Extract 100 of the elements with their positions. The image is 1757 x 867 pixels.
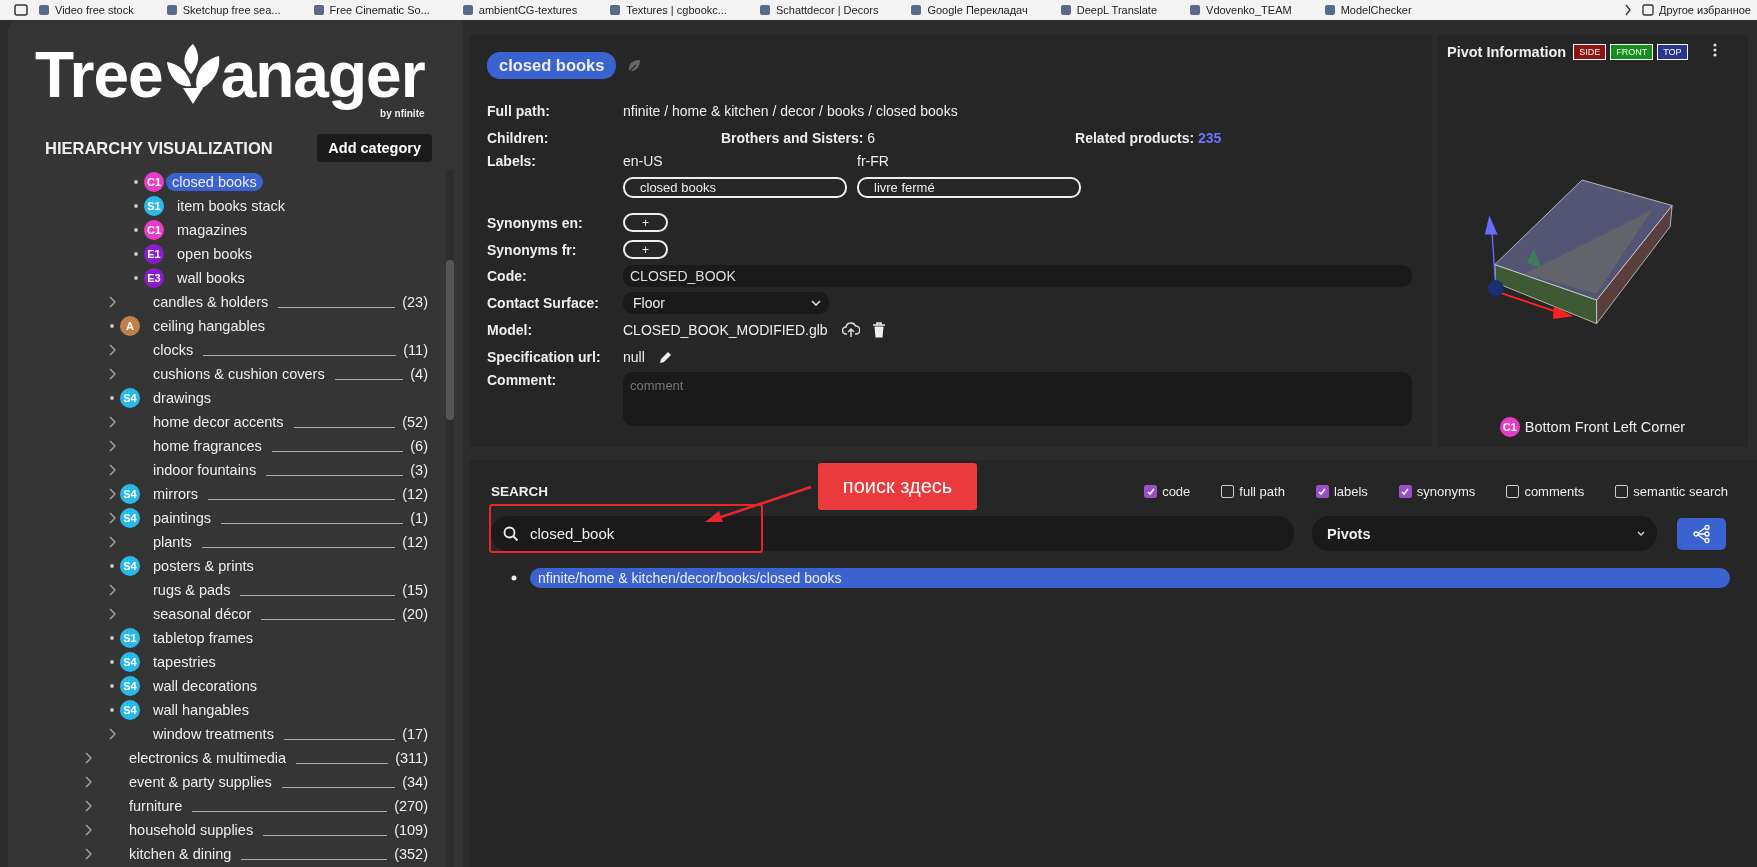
bookmark-folder[interactable]: Другое избранное bbox=[1642, 4, 1751, 16]
category-item[interactable]: household supplies bbox=[129, 821, 254, 839]
field-label: Labels: bbox=[487, 153, 537, 169]
category-badge: S4 bbox=[120, 652, 140, 672]
category-item[interactable]: tabletop frames bbox=[153, 629, 253, 647]
bookmark-link[interactable]: Schattdecor | Decors bbox=[758, 4, 879, 16]
bookmark-link[interactable]: Vdovenko_TEAM bbox=[1189, 4, 1292, 16]
item-count: (17) bbox=[402, 726, 428, 742]
category-badge: S4 bbox=[120, 388, 140, 408]
bookmark-link[interactable]: Free Cinematic So... bbox=[312, 4, 430, 16]
chevron-right-icon bbox=[84, 823, 94, 837]
field-label: Synonyms en: bbox=[487, 214, 584, 231]
category-item[interactable]: event & party supplies bbox=[129, 773, 272, 791]
category-badge: S4 bbox=[120, 700, 140, 720]
checkbox[interactable] bbox=[1315, 485, 1329, 498]
category-item[interactable]: cushions & cushion covers bbox=[153, 365, 325, 383]
category-badge: C1 bbox=[144, 172, 164, 192]
checkbox-label: semantic search bbox=[1633, 484, 1728, 499]
site-icon bbox=[38, 4, 50, 16]
caret-icon bbox=[1637, 530, 1645, 537]
category-item[interactable]: wall hangables bbox=[153, 701, 249, 719]
label-input[interactable]: livre fermé bbox=[857, 177, 1081, 198]
category-item[interactable]: window treatments bbox=[153, 725, 274, 743]
category-item[interactable]: closed books bbox=[166, 173, 263, 191]
contact-surface-select[interactable]: Floor bbox=[623, 291, 829, 314]
item-count: (12) bbox=[402, 486, 428, 502]
chevron-right-icon bbox=[108, 415, 118, 429]
item-count: (12) bbox=[402, 534, 428, 550]
category-item[interactable]: tapestries bbox=[153, 653, 216, 671]
checkbox-label: synonyms bbox=[1416, 484, 1476, 499]
mode-select[interactable]: Pivots bbox=[1312, 516, 1657, 551]
chevron-right-icon bbox=[1624, 4, 1632, 16]
trash-icon bbox=[871, 321, 886, 338]
checkbox-label: labels bbox=[1333, 484, 1368, 499]
view-button[interactable]: SIDE bbox=[1573, 43, 1607, 60]
add-synonym-button[interactable]: + bbox=[623, 213, 668, 232]
category-item[interactable]: kitchen & dining bbox=[129, 845, 232, 863]
search-field[interactable]: closed_book bbox=[491, 516, 1294, 551]
check-icon bbox=[1400, 486, 1411, 497]
bookmark-link[interactable]: ModelChecker bbox=[1323, 4, 1412, 16]
item-count: (34) bbox=[402, 774, 428, 790]
chevron-right-icon bbox=[108, 607, 118, 621]
scrollbar-thumb[interactable] bbox=[446, 260, 454, 420]
category-item[interactable]: candles & holders bbox=[153, 293, 269, 311]
logo-text: Tree bbox=[35, 42, 163, 108]
model-file-name: CLOSED_BOOK_MODIFIED.glb bbox=[623, 321, 828, 338]
item-count: (270) bbox=[394, 798, 428, 814]
site-icon bbox=[1323, 4, 1336, 16]
item-count: (6) bbox=[410, 438, 428, 454]
add-synonym-button[interactable]: + bbox=[623, 240, 668, 259]
delete-button[interactable] bbox=[871, 321, 886, 338]
category-item[interactable]: item books stack bbox=[177, 197, 285, 215]
comment-field[interactable]: comment bbox=[623, 372, 1412, 426]
code-input[interactable]: CLOSED_BOOK bbox=[623, 264, 1412, 287]
edit-button[interactable] bbox=[658, 349, 673, 364]
category-item[interactable]: seasonal décor bbox=[153, 605, 252, 623]
cloud-upload-icon bbox=[841, 321, 860, 338]
bookmark-link[interactable]: DeepL Translate bbox=[1059, 4, 1158, 16]
category-item[interactable]: home decor accents bbox=[153, 413, 284, 431]
category-item[interactable]: ceiling hangables bbox=[153, 317, 266, 335]
category-item[interactable]: plants bbox=[153, 533, 192, 551]
annotation-arrow-icon bbox=[703, 485, 813, 525]
category-title: closed books bbox=[487, 52, 617, 79]
search-result[interactable]: nfinite/home & kitchen/decor/books/closed books bbox=[530, 568, 1730, 588]
category-item[interactable]: drawings bbox=[153, 389, 212, 407]
category-item[interactable]: rugs & pads bbox=[153, 581, 231, 599]
item-count: (23) bbox=[402, 294, 428, 310]
scrollbar[interactable] bbox=[446, 170, 454, 867]
upload-button[interactable] bbox=[841, 321, 860, 338]
category-item[interactable]: magazines bbox=[177, 221, 248, 239]
category-item[interactable]: furniture bbox=[129, 797, 183, 815]
siblings-count: Brothers and Sisters: 6 bbox=[721, 129, 876, 146]
category-item[interactable]: posters & prints bbox=[153, 557, 254, 575]
bookmark-link[interactable]: ambientCG-textures bbox=[461, 4, 578, 16]
hierarchy-button[interactable] bbox=[1677, 517, 1726, 550]
category-item[interactable]: home fragrances bbox=[153, 437, 262, 455]
category-item[interactable]: electronics & multimedia bbox=[129, 749, 287, 767]
category-item[interactable]: paintings bbox=[153, 509, 212, 527]
pivot-caption: Bottom Front Left Corner bbox=[1524, 419, 1686, 435]
view-button[interactable]: FRONT bbox=[1610, 43, 1654, 60]
field-label: Contact Surface: bbox=[487, 294, 601, 311]
chevron-right-icon bbox=[108, 439, 118, 453]
chevron-right-icon bbox=[108, 511, 118, 525]
category-item[interactable]: indoor fountains bbox=[153, 461, 257, 479]
bookmark-link[interactable]: Google Перекладач bbox=[910, 4, 1028, 16]
bookmark-link[interactable]: Textures | cgbookc... bbox=[609, 4, 727, 16]
bookmark-link[interactable]: Video free stock bbox=[38, 4, 134, 16]
label-input[interactable]: closed books bbox=[623, 177, 847, 198]
category-item[interactable]: open books bbox=[177, 245, 252, 263]
checkbox[interactable] bbox=[1144, 485, 1158, 498]
search-icon bbox=[503, 526, 519, 542]
category-item[interactable]: wall decorations bbox=[153, 677, 257, 695]
bookmark-link[interactable]: Sketchup free sea... bbox=[165, 4, 281, 16]
category-item[interactable]: mirrors bbox=[153, 485, 199, 503]
category-item[interactable]: clocks bbox=[153, 341, 194, 359]
category-item[interactable]: wall books bbox=[177, 269, 245, 287]
checkbox[interactable] bbox=[1398, 485, 1412, 498]
chevron-right-icon bbox=[108, 463, 118, 477]
view-button[interactable]: TOP bbox=[1657, 43, 1688, 60]
add-category-button[interactable]: Add category bbox=[317, 134, 432, 162]
